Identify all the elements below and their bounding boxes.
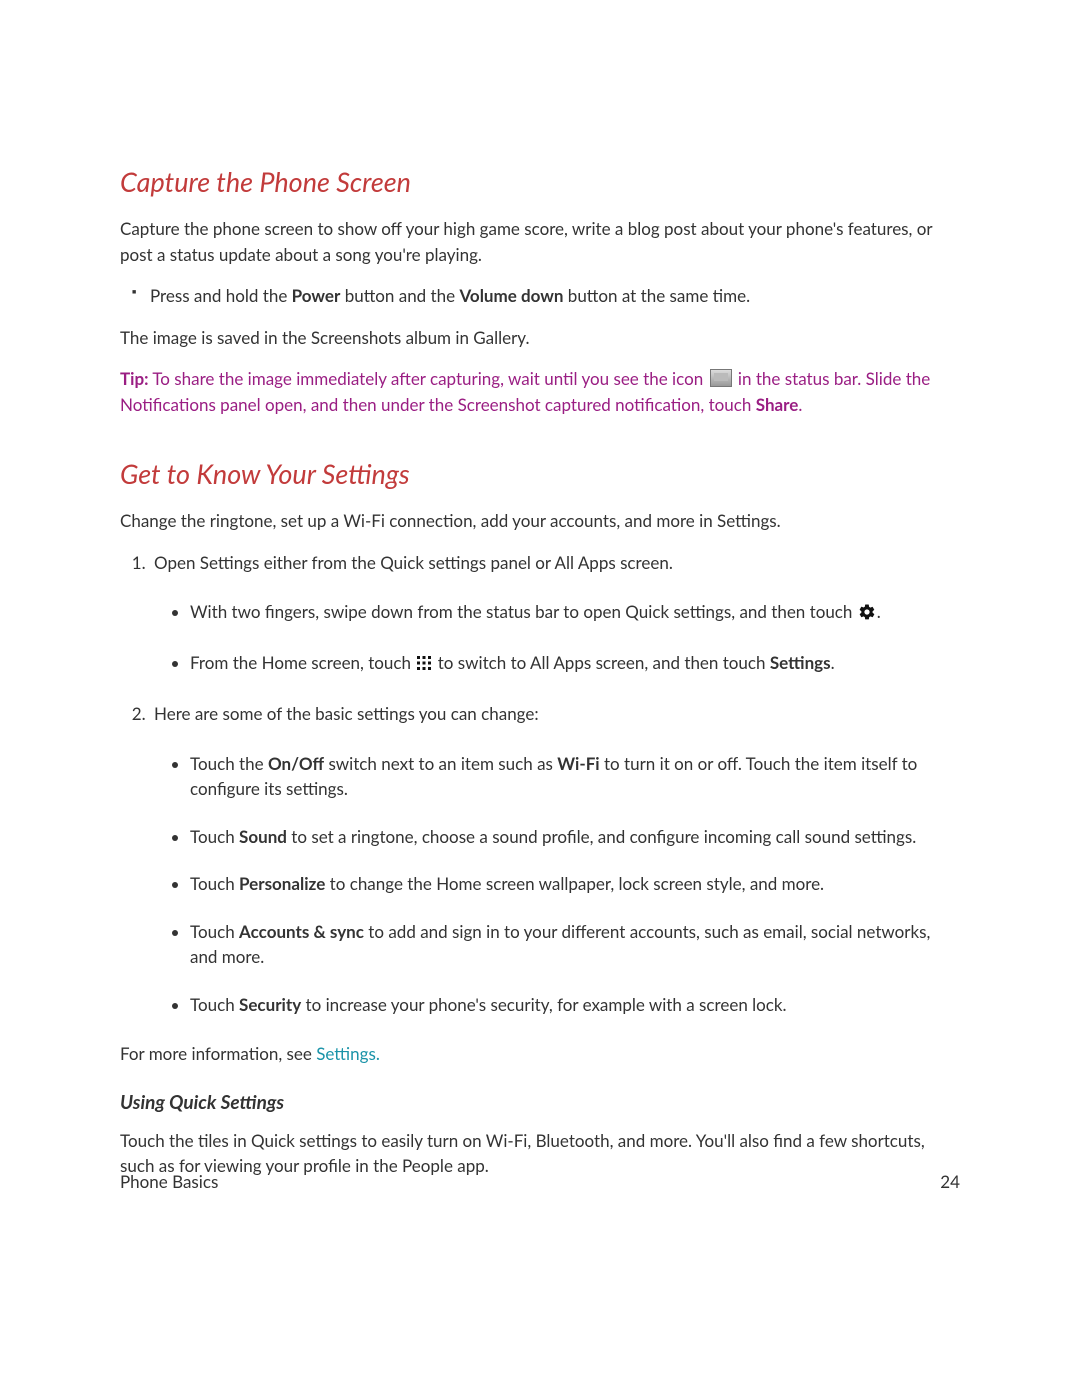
step2-sub1: Touch the On/Off switch next to an item …: [190, 751, 960, 802]
text: Touch the: [190, 753, 268, 774]
tip-end: .: [798, 394, 802, 415]
settings-intro: Change the ringtone, set up a Wi-Fi conn…: [120, 508, 960, 534]
capture-step: Press and hold the Power button and the …: [150, 283, 960, 309]
power-label: Power: [292, 285, 341, 306]
tip-block: Tip: To share the image immediately afte…: [120, 366, 960, 417]
security-label: Security: [239, 994, 301, 1015]
text: to switch to All Apps screen, and then t…: [433, 652, 770, 673]
step1-sub2: From the Home screen, touch to switch to…: [190, 650, 960, 678]
settings-step-2: Here are some of the basic settings you …: [150, 701, 960, 1017]
text: .: [877, 601, 881, 622]
heading-capture-screen: Capture the Phone Screen: [120, 165, 960, 198]
text: Press and hold the: [150, 285, 292, 306]
step1-text: Open Settings either from the Quick sett…: [154, 552, 673, 573]
text: button and the: [340, 285, 459, 306]
text: to increase your phone's security, for e…: [301, 994, 786, 1015]
settings-step-1: Open Settings either from the Quick sett…: [150, 550, 960, 678]
text: to change the Home screen wallpaper, loc…: [325, 873, 824, 894]
settings-link[interactable]: Settings.: [316, 1043, 380, 1064]
text: button at the same time.: [563, 285, 750, 306]
text: switch next to an item such as: [324, 753, 557, 774]
screenshot-notification-icon: [710, 369, 732, 387]
heading-settings: Get to Know Your Settings: [120, 457, 960, 490]
tip-text-1: To share the image immediately after cap…: [148, 368, 707, 389]
wifi-label: Wi-Fi: [557, 753, 599, 774]
settings-label: Settings: [770, 652, 831, 673]
text: to set a ringtone, choose a sound profil…: [287, 826, 916, 847]
all-apps-icon: [416, 652, 432, 678]
more-info-pre: For more information, see: [120, 1043, 316, 1064]
sound-label: Sound: [239, 826, 287, 847]
capture-saved-note: The image is saved in the Screenshots al…: [120, 325, 960, 351]
on-off-label: On/Off: [268, 753, 324, 774]
text: With two fingers, swipe down from the st…: [190, 601, 857, 622]
share-label: Share: [756, 394, 799, 415]
page-footer: Phone Basics 24: [120, 1171, 960, 1192]
step2-sub4: Touch Accounts & sync to add and sign in…: [190, 919, 960, 970]
document-page: Capture the Phone Screen Capture the pho…: [0, 0, 1080, 1179]
text: Touch: [190, 826, 239, 847]
more-info: For more information, see Settings.: [120, 1041, 960, 1067]
capture-steps-list: Press and hold the Power button and the …: [120, 283, 960, 309]
step2-sub2: Touch Sound to set a ringtone, choose a …: [190, 824, 960, 850]
step2-sub5: Touch Security to increase your phone's …: [190, 992, 960, 1018]
step1-sub1: With two fingers, swipe down from the st…: [190, 599, 960, 628]
text: Touch: [190, 994, 239, 1015]
settings-steps: Open Settings either from the Quick sett…: [120, 550, 960, 1018]
personalize-label: Personalize: [239, 873, 325, 894]
step2-text: Here are some of the basic settings you …: [154, 703, 539, 724]
text: From the Home screen, touch: [190, 652, 415, 673]
footer-section-name: Phone Basics: [120, 1171, 218, 1192]
text: Touch: [190, 873, 239, 894]
gear-icon: [858, 602, 876, 628]
step2-sub3: Touch Personalize to change the Home scr…: [190, 871, 960, 897]
accounts-sync-label: Accounts & sync: [239, 921, 364, 942]
step1-sublist: With two fingers, swipe down from the st…: [154, 599, 960, 677]
footer-page-number: 24: [940, 1171, 960, 1192]
volume-down-label: Volume down: [459, 285, 563, 306]
tip-label: Tip:: [120, 368, 148, 389]
text: Touch: [190, 921, 239, 942]
text: .: [831, 652, 835, 673]
step2-sublist: Touch the On/Off switch next to an item …: [154, 751, 960, 1018]
subheading-quick-settings: Using Quick Settings: [120, 1091, 960, 1114]
capture-intro: Capture the phone screen to show off you…: [120, 216, 960, 267]
